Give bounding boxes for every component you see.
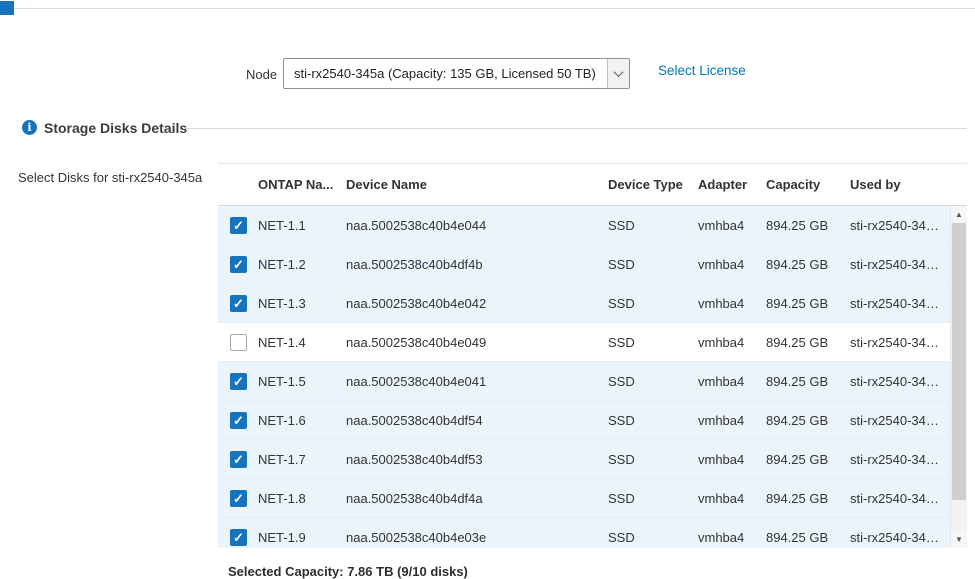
capacity-cell: 894.25 GB: [766, 296, 850, 311]
column-header-device-name: Device Name: [346, 177, 608, 192]
device-type-cell: SSD: [608, 530, 698, 545]
node-label: Node: [246, 67, 277, 82]
device-name-cell: naa.5002538c40b4e044: [346, 218, 608, 233]
device-name-cell: naa.5002538c40b4df54: [346, 413, 608, 428]
disk-checkbox[interactable]: [230, 451, 247, 468]
scroll-up-button[interactable]: ▲: [951, 206, 967, 223]
table-row: NET-1.2 naa.5002538c40b4df4b SSD vmhba4 …: [218, 245, 950, 284]
ontap-name-cell: NET-1.8: [258, 491, 346, 506]
used-by-cell: sti-rx2540-345a=...: [850, 218, 950, 233]
adapter-cell: vmhba4: [698, 257, 766, 272]
disk-checkbox[interactable]: [230, 412, 247, 429]
table-row: NET-1.8 naa.5002538c40b4df4a SSD vmhba4 …: [218, 479, 950, 518]
section-divider: [183, 128, 967, 129]
device-type-cell: SSD: [608, 257, 698, 272]
selected-capacity-text: Selected Capacity: 7.86 TB (9/10 disks): [228, 564, 468, 579]
device-type-cell: SSD: [608, 296, 698, 311]
used-by-cell: sti-rx2540-345a=...: [850, 413, 950, 428]
capacity-cell: 894.25 GB: [766, 413, 850, 428]
used-by-cell: sti-rx2540-345a=...: [850, 296, 950, 311]
column-header-adapter: Adapter: [698, 177, 766, 192]
used-by-cell: sti-rx2540-345a=...: [850, 491, 950, 506]
capacity-cell: 894.25 GB: [766, 218, 850, 233]
device-type-cell: SSD: [608, 374, 698, 389]
column-header-capacity: Capacity: [766, 177, 850, 192]
capacity-cell: 894.25 GB: [766, 530, 850, 545]
device-name-cell: naa.5002538c40b4df53: [346, 452, 608, 467]
chevron-down-icon: [614, 67, 624, 77]
adapter-cell: vmhba4: [698, 491, 766, 506]
capacity-cell: 894.25 GB: [766, 335, 850, 350]
ontap-name-cell: NET-1.2: [258, 257, 346, 272]
adapter-cell: vmhba4: [698, 218, 766, 233]
ontap-name-cell: NET-1.1: [258, 218, 346, 233]
capacity-cell: 894.25 GB: [766, 257, 850, 272]
device-type-cell: SSD: [608, 335, 698, 350]
ontap-name-cell: NET-1.6: [258, 413, 346, 428]
select-license-link[interactable]: Select License: [658, 63, 746, 78]
ontap-name-cell: NET-1.3: [258, 296, 346, 311]
disk-checkbox[interactable]: [230, 373, 247, 390]
ontap-name-cell: NET-1.4: [258, 335, 346, 350]
section-title: Storage Disks Details: [44, 120, 187, 136]
capacity-cell: 894.25 GB: [766, 452, 850, 467]
disks-table: ONTAP Na... Device Name Device Type Adap…: [218, 163, 967, 548]
table-row: NET-1.3 naa.5002538c40b4e042 SSD vmhba4 …: [218, 284, 950, 323]
ontap-name-cell: NET-1.9: [258, 530, 346, 545]
adapter-cell: vmhba4: [698, 452, 766, 467]
table-scrollbar[interactable]: ▲ ▼: [950, 206, 967, 548]
disk-checkbox[interactable]: [230, 529, 247, 546]
column-header-used-by: Used by: [850, 177, 967, 192]
ontap-name-cell: NET-1.5: [258, 374, 346, 389]
select-disks-label: Select Disks for sti-rx2540-345a: [18, 170, 202, 185]
disk-checkbox[interactable]: [230, 490, 247, 507]
used-by-cell: sti-rx2540-345a=...: [850, 530, 950, 545]
table-row: NET-1.1 naa.5002538c40b4e044 SSD vmhba4 …: [218, 206, 950, 245]
node-select[interactable]: sti-rx2540-345a (Capacity: 135 GB, Licen…: [283, 58, 630, 89]
top-accent-square: [0, 1, 14, 15]
used-by-cell: sti-rx2540-345a=...: [850, 452, 950, 467]
table-row: NET-1.9 naa.5002538c40b4e03e SSD vmhba4 …: [218, 518, 950, 548]
ontap-name-cell: NET-1.7: [258, 452, 346, 467]
device-type-cell: SSD: [608, 452, 698, 467]
table-row: NET-1.4 naa.5002538c40b4e049 SSD vmhba4 …: [218, 323, 950, 362]
disk-checkbox[interactable]: [230, 295, 247, 312]
device-type-cell: SSD: [608, 218, 698, 233]
column-header-device-type: Device Type: [608, 177, 698, 192]
adapter-cell: vmhba4: [698, 335, 766, 350]
device-name-cell: naa.5002538c40b4df4a: [346, 491, 608, 506]
device-name-cell: naa.5002538c40b4e041: [346, 374, 608, 389]
device-type-cell: SSD: [608, 491, 698, 506]
adapter-cell: vmhba4: [698, 530, 766, 545]
disk-checkbox[interactable]: [230, 334, 247, 351]
table-row: NET-1.5 naa.5002538c40b4e041 SSD vmhba4 …: [218, 362, 950, 401]
device-type-cell: SSD: [608, 413, 698, 428]
disk-checkbox[interactable]: [230, 217, 247, 234]
capacity-cell: 894.25 GB: [766, 374, 850, 389]
adapter-cell: vmhba4: [698, 374, 766, 389]
table-header: ONTAP Na... Device Name Device Type Adap…: [218, 164, 967, 206]
info-icon: i: [22, 120, 37, 135]
adapter-cell: vmhba4: [698, 296, 766, 311]
device-name-cell: naa.5002538c40b4e049: [346, 335, 608, 350]
column-header-ontap-name: ONTAP Na...: [258, 177, 346, 192]
used-by-cell: sti-rx2540-345a=...: [850, 335, 950, 350]
table-body: NET-1.1 naa.5002538c40b4e044 SSD vmhba4 …: [218, 206, 950, 548]
top-divider: [14, 8, 975, 9]
device-name-cell: naa.5002538c40b4e03e: [346, 530, 608, 545]
adapter-cell: vmhba4: [698, 413, 766, 428]
node-select-value: sti-rx2540-345a (Capacity: 135 GB, Licen…: [284, 66, 607, 81]
capacity-cell: 894.25 GB: [766, 491, 850, 506]
used-by-cell: sti-rx2540-345a=...: [850, 374, 950, 389]
scroll-down-button[interactable]: ▼: [951, 531, 967, 548]
used-by-cell: sti-rx2540-345a=...: [850, 257, 950, 272]
scrollbar-thumb[interactable]: [952, 223, 966, 500]
device-name-cell: naa.5002538c40b4df4b: [346, 257, 608, 272]
table-row: NET-1.6 naa.5002538c40b4df54 SSD vmhba4 …: [218, 401, 950, 440]
disk-checkbox[interactable]: [230, 256, 247, 273]
node-select-button[interactable]: [607, 59, 629, 88]
table-row: NET-1.7 naa.5002538c40b4df53 SSD vmhba4 …: [218, 440, 950, 479]
device-name-cell: naa.5002538c40b4e042: [346, 296, 608, 311]
